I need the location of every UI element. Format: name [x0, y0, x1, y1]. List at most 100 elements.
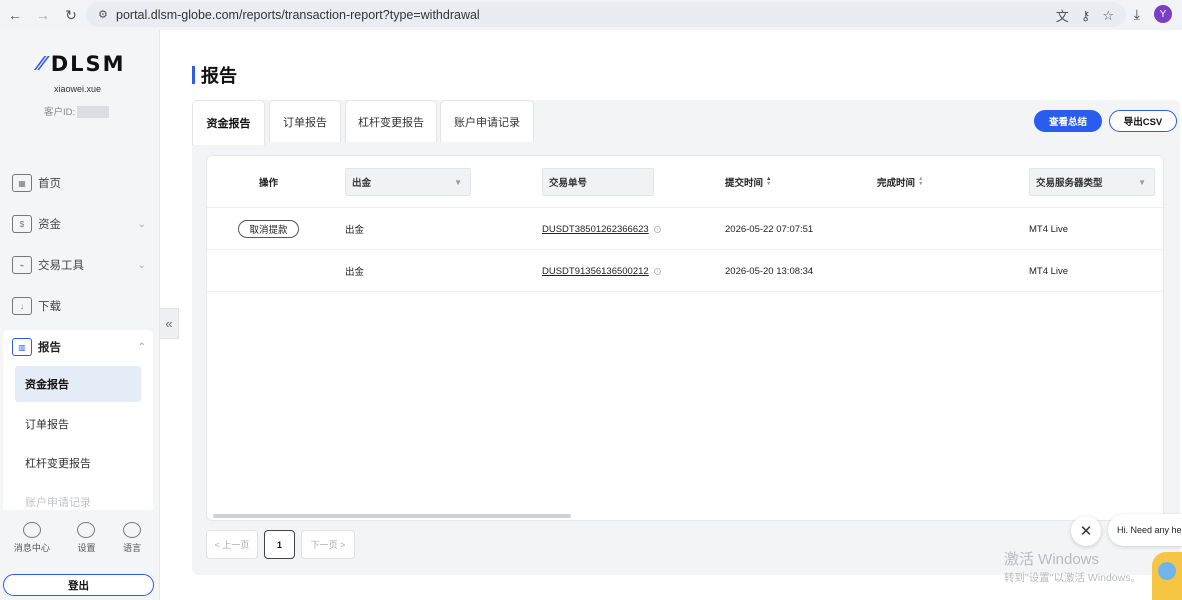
sidebar-subitem-order-report[interactable]: 订单报告 [15, 406, 141, 442]
chevron-up-icon: ⌃ [137, 341, 146, 353]
password-key-icon[interactable]: ⚷ [1081, 8, 1091, 24]
info-icon[interactable]: i [653, 225, 661, 233]
tab-fund-report[interactable]: 资金报告 [192, 100, 265, 145]
dropdown-arrow-icon: ▼ [454, 177, 462, 187]
collapse-sidebar-button[interactable]: « [160, 308, 179, 339]
globe-icon [123, 522, 142, 538]
page-title: 报告 [192, 62, 237, 88]
txn-no-header-label: 交易单号 [549, 178, 588, 189]
column-header-txn-no: 交易单号 [542, 168, 654, 196]
txn-no-cell: DUSDT38501262366623 i [542, 208, 661, 250]
home-icon: ▦ [12, 174, 32, 192]
sidebar-item-home[interactable]: ▦ 首页 [12, 169, 150, 197]
txn-no-link[interactable]: DUSDT91356136500212 [542, 266, 649, 277]
report-icon: ▥ [12, 338, 32, 356]
logout-button[interactable]: 登出 [3, 574, 154, 596]
browser-toolbar: ← → ↻ ⚙ portal.dlsm-globe.com/reports/tr… [0, 0, 1182, 30]
type-cell: 出金 [345, 267, 365, 278]
view-summary-button[interactable]: 查看总结 [1034, 110, 1102, 132]
translate-icon[interactable]: 文 [1056, 6, 1069, 25]
sidebar-subitem-leverage-report[interactable]: 杠杆变更报告 [15, 445, 141, 481]
tab-account-application[interactable]: 账户申请记录 [440, 100, 534, 142]
profile-avatar[interactable]: Y [1154, 5, 1172, 23]
settings-button[interactable]: 设置 [77, 522, 95, 554]
type-filter-dropdown[interactable]: 出金 ▼ [345, 168, 471, 196]
brand-mark-icon: ⁄⁄ [38, 52, 45, 75]
site-info-icon[interactable]: ⚙ [98, 8, 116, 21]
table-header: 操作 出金 ▼ 交易单号 提交时间 ▲ ▼ 完成时间 ▲ ▼ 交易服务器类型 ▼ [207, 156, 1163, 208]
double-chevron-left-icon: « [165, 316, 173, 331]
server-cell: MT4 Live [1029, 223, 1069, 235]
tab-leverage-report[interactable]: 杠杆变更报告 [345, 100, 437, 142]
submit-time-cell: 2026-05-22 07:07:51 [725, 223, 814, 235]
next-page-button[interactable]: 下一页 > [301, 530, 355, 559]
title-accent-bar [192, 66, 195, 84]
bookmark-star-icon[interactable]: ☆ [1102, 8, 1114, 24]
server-type-header-label: 交易服务器类型 [1036, 178, 1103, 189]
page-title-text: 报告 [201, 66, 237, 86]
prev-page-button[interactable]: < 上一页 [206, 530, 258, 559]
type-filter-value: 出金 [352, 178, 372, 189]
page-number-button[interactable]: 1 [264, 530, 295, 559]
reload-icon[interactable]: ↻ [60, 7, 82, 24]
sidebar-item-funds[interactable]: $ 资金 ⌄ [12, 210, 150, 238]
column-header-action: 操作 [259, 178, 279, 189]
client-id-redacted [77, 106, 110, 119]
info-icon[interactable]: i [653, 267, 661, 275]
type-filter-cell: 出金 ▼ [345, 168, 471, 196]
sidebar-item-label: 报告 [38, 342, 61, 354]
address-bar[interactable]: ⚙ portal.dlsm-globe.com/reports/transact… [86, 2, 1126, 27]
export-csv-button[interactable]: 导出CSV [1109, 110, 1177, 132]
column-header-submit-time[interactable]: 提交时间 ▲ ▼ [725, 156, 771, 208]
url-text: portal.dlsm-globe.com/reports/transactio… [116, 7, 480, 22]
chat-close-button[interactable]: ✕ [1071, 516, 1101, 546]
server-type-filter-dropdown[interactable]: 交易服务器类型 ▼ [1029, 168, 1155, 196]
sidebar: ⁄⁄ DLSM xiaowei.xue 客户ID: ▦ 首页 $ 资金 ⌄ ⌁ … [0, 30, 160, 600]
type-cell: 出金 [345, 225, 365, 236]
close-icon: ✕ [1079, 523, 1093, 540]
chevron-down-icon: ⌄ [137, 218, 146, 230]
submit-time-header-label: 提交时间 [725, 178, 764, 189]
back-icon[interactable]: ← [4, 7, 26, 23]
sort-icon[interactable]: ▲ ▼ [918, 176, 923, 187]
chat-prompt-bubble[interactable]: Hi. Need any help? [1108, 514, 1182, 546]
sidebar-item-download[interactable]: ↓ 下载 [12, 292, 150, 320]
sidebar-item-label: 下载 [38, 301, 61, 313]
tab-order-report[interactable]: 订单报告 [269, 100, 341, 142]
sort-icon[interactable]: ▲ ▼ [766, 176, 771, 187]
username: xiaowei.xue [53, 84, 102, 94]
download-tray-icon[interactable]: ⤓ [1134, 6, 1140, 23]
sidebar-item-label: 交易工具 [38, 260, 84, 272]
message-icon [22, 522, 41, 538]
sidebar-subitem-fund-report[interactable]: 资金报告 [15, 366, 141, 402]
brand-logo[interactable]: ⁄⁄ DLSM [38, 52, 126, 76]
server-type-filter-cell: 交易服务器类型 ▼ [1029, 168, 1155, 196]
sidebar-item-label: 首页 [38, 178, 61, 190]
gear-icon [77, 522, 96, 538]
windows-activation-watermark: 激活 Windows 转到"设置"以激活 Windows。 [1004, 548, 1141, 585]
brand-name: DLSM [50, 52, 126, 76]
submit-time-cell: 2026-05-20 13:08:34 [725, 265, 814, 277]
cancel-withdrawal-button[interactable]: 取消提款 [238, 220, 299, 238]
sidebar-item-trading-tools[interactable]: ⌁ 交易工具 ⌄ [12, 251, 150, 279]
forward-icon[interactable]: → [32, 7, 54, 23]
table-row: 出金 DUSDT91356136500212 i 2026-05-20 13:0… [207, 250, 1163, 292]
sidebar-bottom-bar: 消息中心 设置 语言 [0, 522, 155, 554]
message-center-button[interactable]: 消息中心 [14, 522, 50, 554]
chat-mascot-icon[interactable] [1152, 552, 1182, 600]
complete-time-header-label: 完成时间 [877, 178, 916, 189]
download-icon: ↓ [12, 297, 32, 315]
language-button[interactable]: 语言 [123, 522, 141, 554]
sidebar-item-label: 资金 [38, 219, 61, 231]
horizontal-scrollbar[interactable] [213, 514, 571, 518]
txn-no-cell: DUSDT91356136500212 i [542, 250, 661, 292]
sidebar-item-reports[interactable]: ▥ 报告 ⌃ [12, 333, 150, 361]
main-content: 报告 资金报告 订单报告 杠杆变更报告 账户申请记录 查看总结 导出CSV 操作… [180, 30, 1182, 600]
server-cell: MT4 Live [1029, 265, 1069, 277]
txn-no-link[interactable]: DUSDT38501262366623 [542, 224, 649, 235]
client-id: 客户ID: [44, 104, 110, 119]
transactions-table: 操作 出金 ▼ 交易单号 提交时间 ▲ ▼ 完成时间 ▲ ▼ 交易服务器类型 ▼… [206, 155, 1164, 521]
column-header-complete-time[interactable]: 完成时间 ▲ ▼ [877, 156, 923, 208]
sidebar-subitem-account-application[interactable]: 账户申请记录 [15, 484, 141, 520]
pagination: < 上一页 1 下一页 > [206, 530, 355, 559]
